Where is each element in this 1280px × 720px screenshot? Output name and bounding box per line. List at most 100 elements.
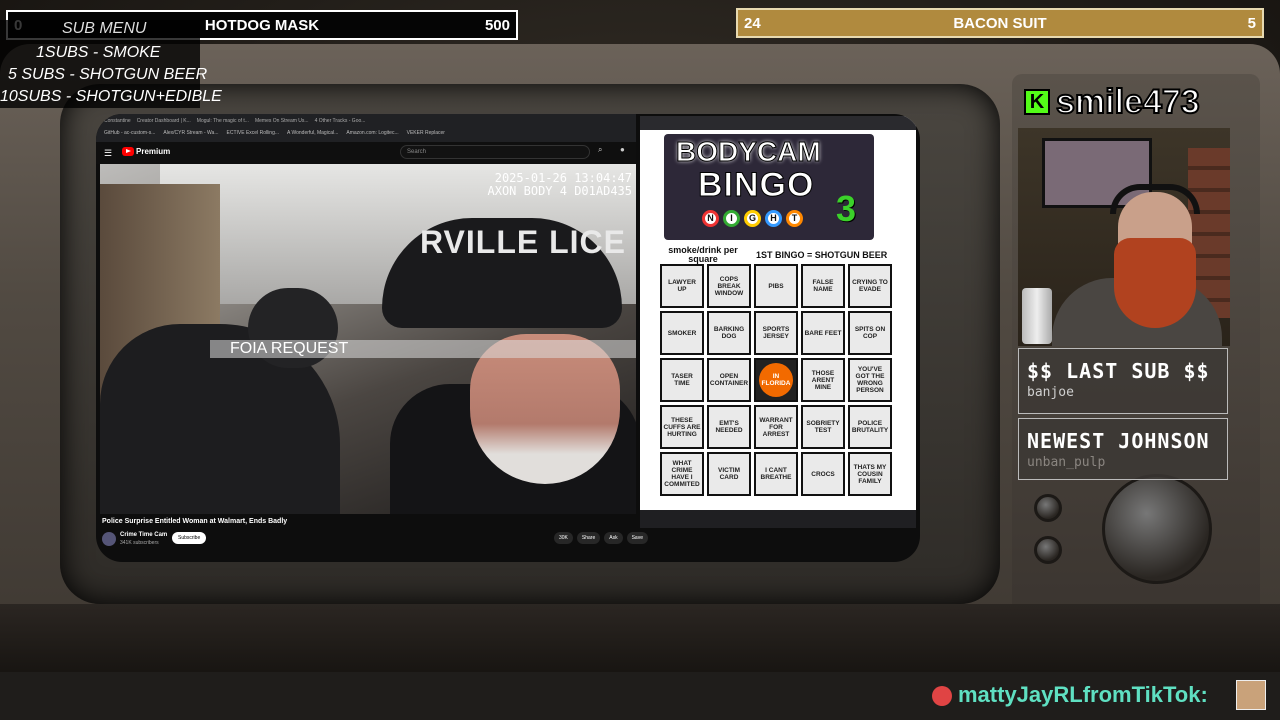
search-icon[interactable]: ⌕ — [598, 145, 602, 155]
bookmarks-bar: GitHub - ac-custom-s... Alex/CYR Stream … — [104, 130, 624, 138]
share-button[interactable]: Share — [576, 532, 601, 544]
tv-small-knob-icon — [1034, 536, 1062, 564]
bingo-rule-right: 1ST BINGO = SHOTGUN BEER — [756, 250, 888, 260]
ask-button[interactable]: Ask — [604, 532, 623, 544]
bingo-cell: CROCS — [801, 452, 845, 496]
bodycam-device: AXON BODY 4 D01AD435 — [487, 184, 633, 198]
microphone-icon[interactable]: ● — [620, 145, 625, 154]
sub-menu-line: 1SUBS - SMOKE — [36, 44, 161, 61]
bodycam-video[interactable]: RVILLE LICE 2025-01-26 13:04:47 AXON BOD… — [100, 164, 636, 514]
browser-tab[interactable]: Creator Dashboard | K... — [137, 118, 191, 126]
bingo-night-number: 3 — [836, 188, 857, 229]
bingo-cell: SPORTS JERSEY — [754, 311, 798, 355]
tv-screen: Constantine Creator Dashboard | K... Mog… — [96, 114, 920, 562]
bingo-cell: SOBRIETY TEST — [801, 405, 845, 449]
night-letter: N — [702, 210, 719, 227]
bingo-cell: YOU'VE GOT THE WRONG PERSON — [848, 358, 892, 402]
bingo-cell: BARE FEET — [801, 311, 845, 355]
kick-icon: K — [1024, 89, 1050, 115]
chat-username: mattyJayRLfromTikTok: — [958, 682, 1208, 707]
goal-amount: 5 — [1247, 14, 1256, 32]
tiktok-icon — [932, 686, 952, 706]
bingo-cell: PIBS — [754, 264, 798, 308]
image-viewer-footer — [640, 510, 916, 528]
last-sub-title: $$ LAST SUB $$ — [1027, 359, 1210, 383]
browser-tabs: Constantine Creator Dashboard | K... Mog… — [104, 118, 624, 126]
youtube-brand: Premium — [136, 147, 171, 156]
night-letter: T — [786, 210, 803, 227]
image-viewer-toolbar — [640, 116, 916, 130]
bingo-cell: I CANT BREATHE — [754, 452, 798, 496]
bookmark[interactable]: VEKER Replacer — [407, 130, 445, 138]
browser-tab[interactable]: Memes On Stream Us... — [255, 118, 309, 126]
bingo-cell: THATS MY COUSIN FAMILY — [848, 452, 892, 496]
bingo-cell: POLICE BRUTALITY — [848, 405, 892, 449]
last-sub-panel: $$ LAST SUB $$ banjoe — [1018, 348, 1228, 414]
goal-title: BACON SUIT — [953, 14, 1047, 32]
video-actions: 30K Share Ask Save — [554, 532, 648, 544]
tv-base — [0, 604, 1280, 676]
stream-overlay: 0 HOTDOG MASK 500 24 BACON SUIT 5 SUB ME… — [0, 0, 1280, 720]
bingo-title-line2: BINGO — [697, 166, 815, 205]
bingo-cell: SPITS ON COP — [848, 311, 892, 355]
tv-knob-icon — [1102, 474, 1212, 584]
streamer-beard — [1114, 238, 1196, 328]
youtube-logo-icon[interactable] — [122, 147, 134, 156]
bookmark[interactable]: Amazon.com: Logitec... — [346, 130, 398, 138]
save-button[interactable]: Save — [626, 532, 648, 544]
channel-name[interactable]: Crime Time Cam — [120, 532, 167, 538]
bookmark[interactable]: Alex/CYR Stream - Wa... — [163, 130, 218, 138]
last-sub-name: banjoe — [1027, 385, 1074, 400]
bookmark[interactable]: ECTIVE Excel Rolling... — [227, 130, 280, 138]
bingo-rule-left: smoke/drink per square — [668, 245, 738, 264]
bingo-cell: THESE CUFFS ARE HURTING — [660, 405, 704, 449]
night-letter: I — [723, 210, 740, 227]
browser-tab[interactable]: 4 Other Tracks - Goo... — [315, 118, 366, 126]
sub-menu-panel: SUB MENU 1SUBS - SMOKE 5 SUBS - SHOTGUN … — [0, 20, 222, 108]
bingo-cell: EMT'S NEEDED — [707, 405, 751, 449]
foia-overlay-text: FOIA REQUEST — [230, 340, 349, 357]
bingo-title-line1: BODYCAM — [676, 136, 822, 168]
headset-icon — [1110, 184, 1200, 214]
bingo-cell: THOSE ARENT MINE — [801, 358, 845, 402]
bingo-grid: LAWYER UP COPS BREAK WINDOW PIBS FALSE NAME… — [660, 264, 896, 500]
hamburger-menu-icon[interactable]: ☰ — [104, 148, 112, 159]
night-letter: G — [744, 210, 761, 227]
bingo-cell-label: IN FLORIDA — [759, 363, 793, 397]
streamer-name: smile473 — [1055, 82, 1201, 122]
night-letter: H — [765, 210, 782, 227]
webcam-feed — [1018, 128, 1230, 346]
bingo-free-cell: IN FLORIDA — [754, 358, 798, 402]
bingo-cell: TASER TIME — [660, 358, 704, 402]
goal-bar-bacon-suit: 24 BACON SUIT 5 — [736, 8, 1264, 38]
tv-small-knob-icon — [1034, 494, 1062, 522]
bingo-cell: SMOKER — [660, 311, 704, 355]
police-cap-text: RVILLE LICE — [420, 224, 626, 260]
like-button[interactable]: 30K — [554, 532, 573, 544]
drink-can — [1022, 288, 1052, 344]
video-title: Police Surprise Entitled Woman at Walmar… — [102, 518, 288, 525]
bingo-cell: VICTIM CARD — [707, 452, 751, 496]
subscriber-count: 341K subscribers — [120, 540, 159, 546]
newest-follower-panel: NEWEST JOHNSON unban_pulp — [1018, 418, 1228, 480]
sub-menu-title: SUB MENU — [62, 20, 147, 37]
bodycam-stamp: 2025-01-26 13:04:47 AXON BODY 4 D01AD435 — [488, 172, 633, 198]
channel-avatar[interactable] — [102, 532, 116, 546]
bingo-cell: FALSE NAME — [801, 264, 845, 308]
goal-amount: 500 — [484, 16, 510, 34]
search-input[interactable]: Search — [400, 145, 590, 159]
sub-menu-line: 10SUBS - SHOTGUN+EDIBLE — [0, 88, 222, 105]
bingo-cell: WHAT CRIME HAVE I COMMITED — [660, 452, 704, 496]
bingo-cell: WARRANT FOR ARREST — [754, 405, 798, 449]
bingo-cell: OPEN CONTAINER — [707, 358, 751, 402]
streamer-tag: K smile473 — [1020, 82, 1230, 122]
bingo-cell: LAWYER UP — [660, 264, 704, 308]
sub-menu-line: 5 SUBS - SHOTGUN BEER — [8, 66, 208, 83]
browser-tab[interactable]: Constantine — [104, 118, 131, 126]
chat-avatar — [1236, 680, 1266, 710]
browser-tab[interactable]: Mogul: The magic of t... — [197, 118, 249, 126]
subscribe-button[interactable]: Subscribe — [172, 532, 207, 544]
bookmark[interactable]: GitHub - ac-custom-s... — [104, 130, 155, 138]
bookmark[interactable]: A Wonderful, Magical... — [287, 130, 338, 138]
youtube-header: ☰ Premium Search ⌕ ● — [96, 142, 636, 164]
